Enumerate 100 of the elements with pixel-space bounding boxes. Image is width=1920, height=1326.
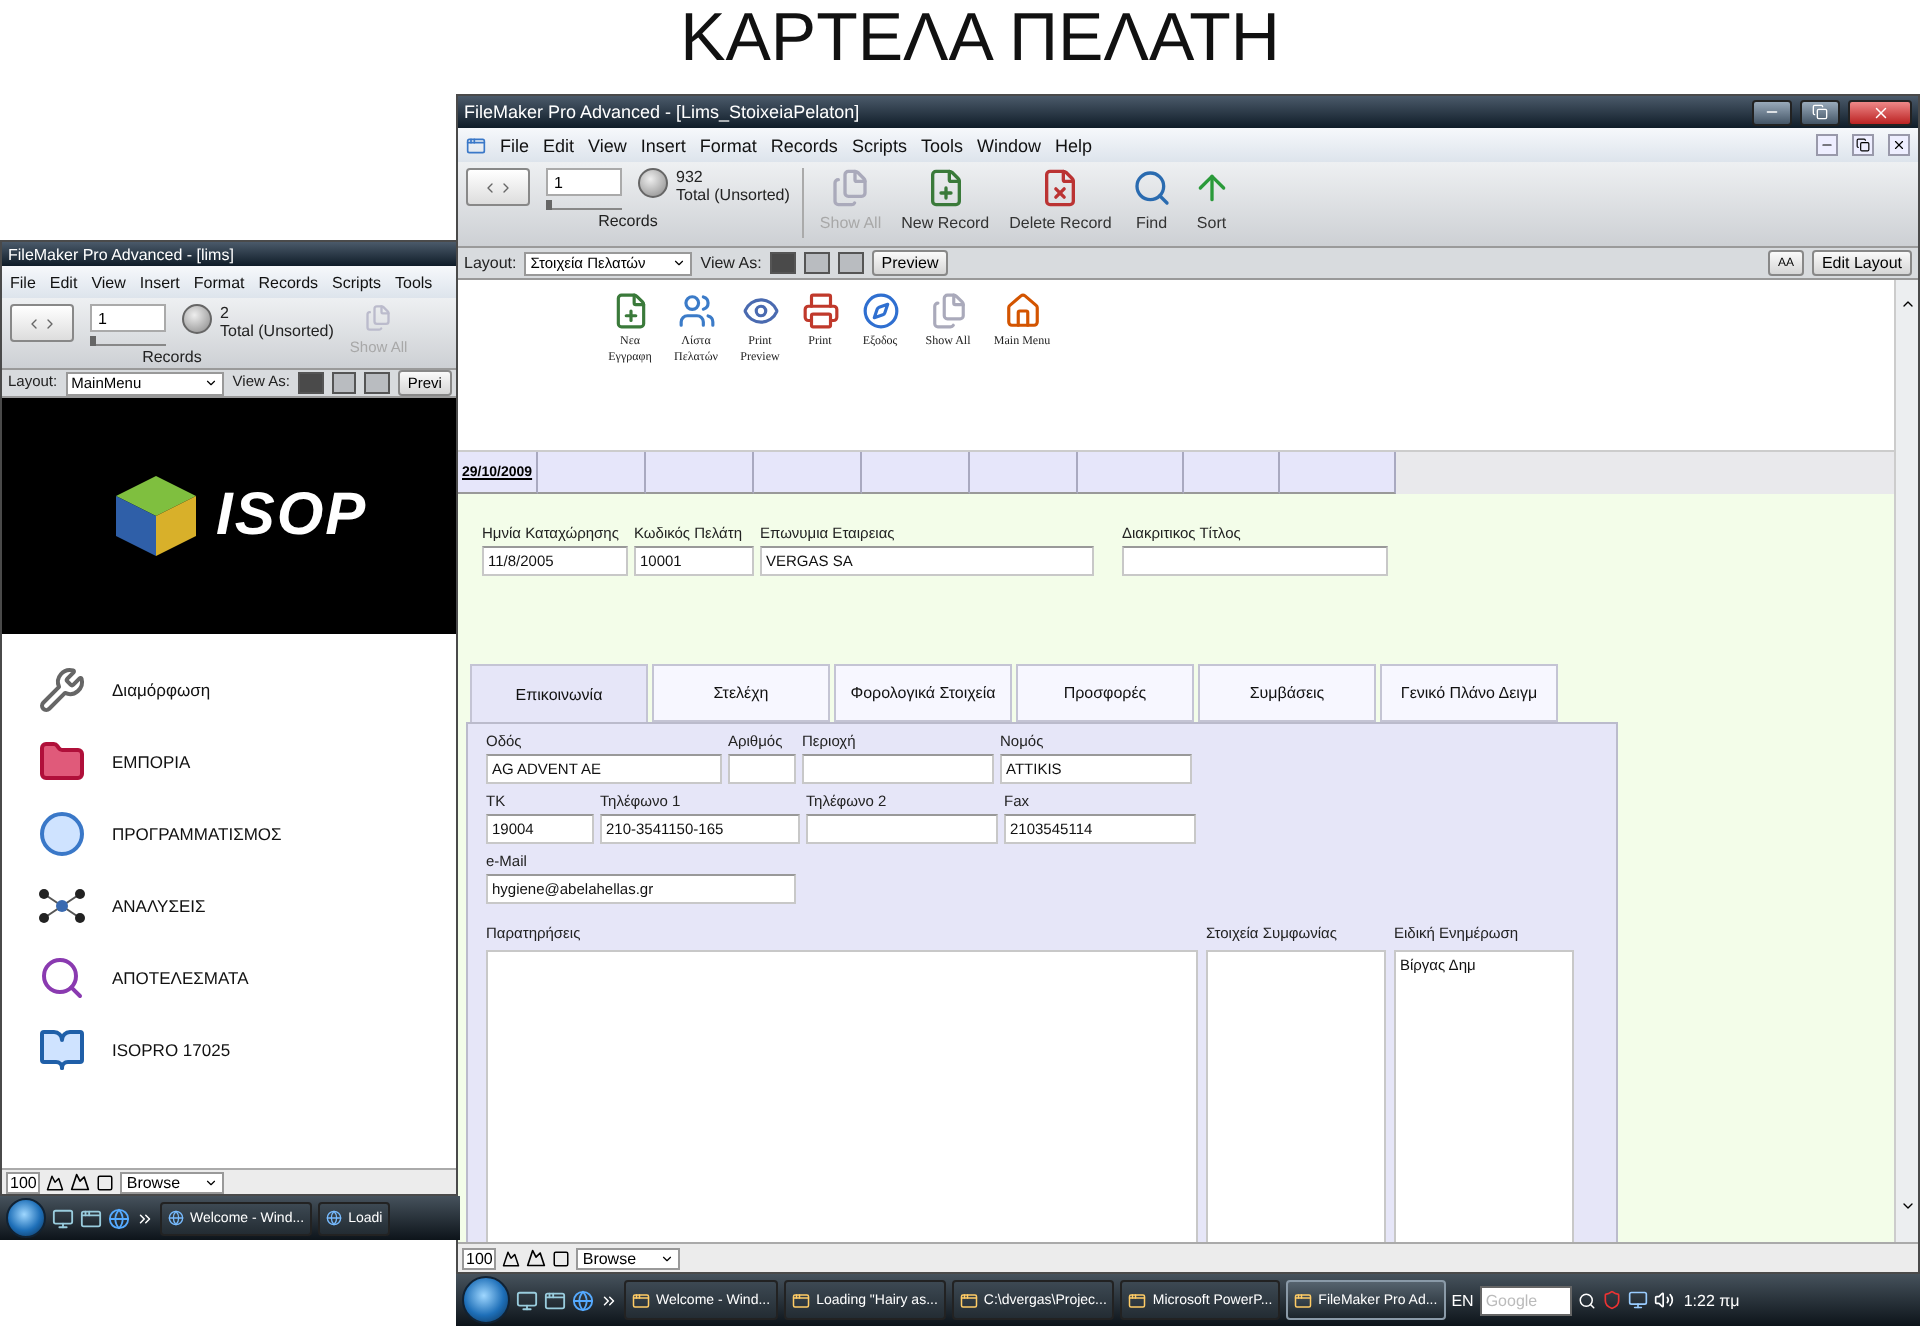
vertical-scrollbar[interactable] <box>1894 280 1918 1242</box>
close-button[interactable] <box>1848 99 1912 125</box>
agreement-field[interactable] <box>1206 950 1386 1242</box>
main-menu-item[interactable]: ΕΜΠΟΡΙΑ <box>32 726 458 798</box>
record-number-field[interactable]: 1 <box>90 304 166 332</box>
start-button[interactable] <box>6 1198 46 1238</box>
browser-icon[interactable] <box>572 1289 594 1311</box>
desktop-icon[interactable] <box>52 1207 74 1229</box>
header-cell <box>754 452 862 494</box>
caret-icon <box>204 1175 219 1189</box>
main-menu-item[interactable]: ΑΠΟΤΕΛΕΣΜΑΤΑ <box>32 942 458 1014</box>
menu-item[interactable]: File <box>500 135 530 155</box>
view-mode-button[interactable] <box>297 372 324 394</box>
view-mode-button[interactable] <box>364 372 390 394</box>
search-icon <box>1131 168 1172 208</box>
folder-icon <box>38 738 86 786</box>
menu-item[interactable]: Scripts <box>332 273 381 291</box>
view-mode-button[interactable] <box>803 252 830 274</box>
main-menu-item[interactable]: ISOPRO 17025 <box>32 1014 458 1086</box>
book-icon <box>38 1026 86 1074</box>
menu-item[interactable]: Tools <box>395 273 433 291</box>
main-menu-item[interactable]: ΠΡΟΓΡΑΜΜΑΤΙΣΜΟΣ <box>32 798 458 870</box>
menu-item[interactable]: Edit <box>543 135 575 155</box>
menu-item[interactable]: Records <box>258 273 319 291</box>
menu-item[interactable]: Insert <box>139 273 180 291</box>
header-cell <box>1184 452 1280 494</box>
tab[interactable]: Γενικό Πλάνο Δειγμ <box>1380 664 1558 722</box>
app-icon <box>792 1291 811 1309</box>
eye-icon <box>741 292 779 330</box>
toolbar-button[interactable]: New Record <box>897 168 994 232</box>
record-count: 932 <box>676 168 705 187</box>
more-icon[interactable] <box>136 1209 154 1227</box>
toolbar-button[interactable]: Delete Record <box>1005 168 1116 232</box>
menu-item[interactable]: Records <box>770 135 838 155</box>
menu-item[interactable]: Window <box>976 135 1041 155</box>
menu-item[interactable]: Scripts <box>851 135 907 155</box>
view-mode-button[interactable] <box>331 372 357 394</box>
slider-thumb[interactable] <box>90 336 96 346</box>
preview-button[interactable]: Preview <box>871 250 949 276</box>
window-switch-icon[interactable] <box>80 1207 102 1229</box>
text-field[interactable] <box>806 814 998 844</box>
menu-item[interactable]: Insert <box>640 135 686 155</box>
tab[interactable]: Επικοινωνία <box>470 664 648 722</box>
slider-thumb[interactable] <box>546 200 552 210</box>
pie-icon <box>638 168 668 198</box>
app-icon <box>1294 1291 1313 1309</box>
restore-button[interactable] <box>1852 134 1874 156</box>
menu-item[interactable]: Tools <box>920 135 963 155</box>
menu-item[interactable]: View <box>588 135 627 155</box>
language-indicator: EN <box>1451 1291 1474 1309</box>
notes-field[interactable] <box>486 950 1198 1242</box>
edit-layout-button[interactable]: Edit Layout <box>1811 250 1912 276</box>
text-field[interactable] <box>728 754 796 784</box>
view-mode-button[interactable] <box>837 252 864 274</box>
record-navigator-button[interactable] <box>466 168 530 206</box>
minimize-button[interactable] <box>1816 134 1838 156</box>
cube-logo-icon <box>112 472 200 560</box>
main-menu-item[interactable]: Διαμόρφωση <box>32 654 458 726</box>
menu-item[interactable]: View <box>91 273 126 291</box>
text-field[interactable] <box>1122 546 1388 576</box>
start-button[interactable] <box>462 1276 510 1324</box>
restore-button[interactable] <box>1800 99 1840 125</box>
window-switch-icon[interactable] <box>544 1289 566 1311</box>
records-label: Records <box>598 212 658 231</box>
menu-item[interactable]: Edit <box>49 273 78 291</box>
documents-icon <box>929 292 967 330</box>
app-icon <box>168 1210 184 1226</box>
view-mode-button[interactable] <box>769 252 796 274</box>
mode-select[interactable]: Browse <box>576 1247 681 1269</box>
close-button[interactable] <box>1888 134 1910 156</box>
menu-item[interactable]: Help <box>1054 135 1092 155</box>
tab[interactable]: Συμβάσεις <box>1198 664 1376 722</box>
text-field[interactable] <box>802 754 994 784</box>
page-title: ΚΑΡΤΕΛΑ ΠΕΛΑΤΗ <box>678 0 1282 76</box>
menu-item[interactable]: File <box>10 273 36 291</box>
window-icon <box>96 1173 115 1191</box>
toolbar-button[interactable]: Sort <box>1187 168 1236 232</box>
header-cell <box>862 452 970 494</box>
desktop-icon[interactable] <box>516 1289 538 1311</box>
sort-status: Total (Unsorted) <box>676 186 790 205</box>
shield-icon <box>1601 1290 1622 1310</box>
search-icon[interactable] <box>1577 1291 1596 1309</box>
record-number-field[interactable]: 1 <box>546 168 622 196</box>
record-navigator-button[interactable] <box>10 304 74 342</box>
mode-select[interactable]: Browse <box>120 1171 225 1193</box>
record-slider[interactable] <box>546 200 622 210</box>
app-icon <box>959 1291 978 1309</box>
minimize-button[interactable] <box>1752 99 1792 125</box>
tab[interactable]: Στελέχη <box>652 664 830 722</box>
more-icon[interactable] <box>600 1291 618 1309</box>
menu-item[interactable]: Format <box>193 273 245 291</box>
menu-item[interactable]: Format <box>699 135 757 155</box>
tab[interactable]: Προσφορές <box>1016 664 1194 722</box>
search-field[interactable]: Google <box>1479 1285 1572 1315</box>
main-menu-item[interactable]: ΑΝΑΛΥΣΕΙΣ <box>32 870 458 942</box>
toolbar-button[interactable]: Find <box>1127 168 1176 232</box>
tab[interactable]: Φορολογικά Στοιχεία <box>834 664 1012 722</box>
caret-icon <box>204 376 219 390</box>
browser-icon[interactable] <box>108 1207 130 1229</box>
record-slider[interactable] <box>90 336 166 346</box>
